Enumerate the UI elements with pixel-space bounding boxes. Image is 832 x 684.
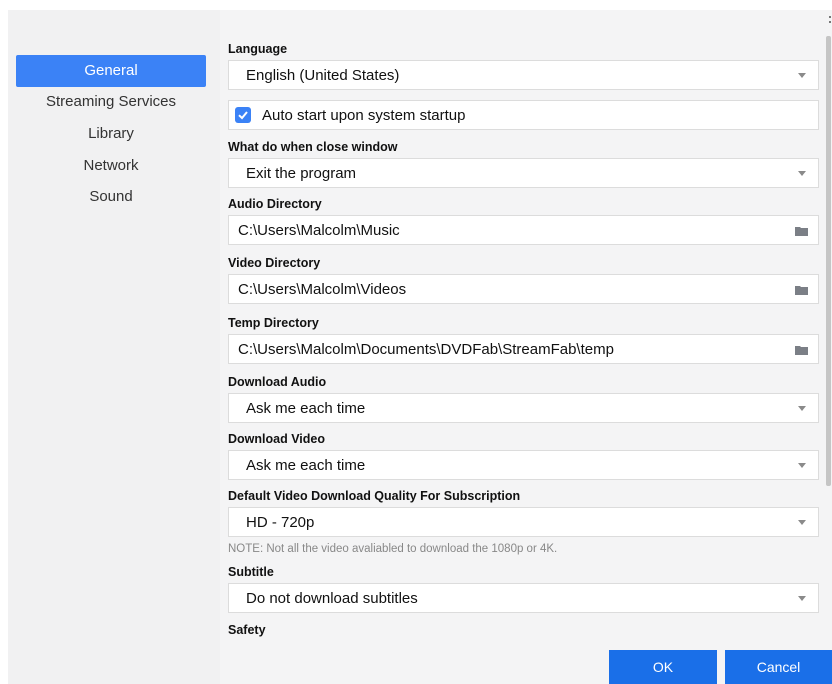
download-video-label: Download Video [228, 432, 325, 446]
sidebar-item-general[interactable]: General [16, 55, 206, 87]
sidebar-item-label: Streaming Services [45, 93, 177, 110]
download-video-select[interactable]: Ask me each time [228, 450, 819, 480]
subtitle-select[interactable]: Do not download subtitles [228, 583, 819, 613]
sidebar-item-sound[interactable]: Sound [16, 181, 206, 213]
sidebar-item-label: Network [83, 157, 139, 174]
sidebar-item-library[interactable]: Library [16, 118, 206, 150]
checkmark-icon [238, 111, 248, 120]
download-audio-select[interactable]: Ask me each time [228, 393, 819, 423]
folder-icon[interactable] [795, 345, 808, 355]
temp-directory-field[interactable]: C:\Users\Malcolm\Documents\DVDFab\Stream… [228, 334, 819, 364]
autostart-checkbox[interactable] [235, 107, 251, 123]
chevron-down-icon [798, 596, 806, 601]
folder-icon[interactable] [795, 226, 808, 236]
download-audio-value: Ask me each time [246, 400, 366, 417]
audio-directory-label: Audio Directory [228, 197, 322, 211]
temp-directory-label: Temp Directory [228, 316, 319, 330]
quality-value: HD - 720p [246, 514, 315, 531]
temp-directory-value: C:\Users\Malcolm\Documents\DVDFab\Stream… [238, 341, 614, 358]
cancel-button[interactable]: Cancel [725, 650, 832, 684]
chevron-down-icon [798, 463, 806, 468]
chevron-down-icon [798, 406, 806, 411]
subtitle-value: Do not download subtitles [246, 590, 418, 607]
sidebar-item-network[interactable]: Network [16, 150, 206, 182]
video-directory-field[interactable]: C:\Users\Malcolm\Videos [228, 274, 819, 304]
download-video-value: Ask me each time [246, 457, 366, 474]
folder-icon[interactable] [795, 285, 808, 295]
video-directory-value: C:\Users\Malcolm\Videos [238, 281, 407, 298]
ok-button[interactable]: OK [609, 650, 717, 684]
language-value: English (United States) [246, 67, 400, 84]
sidebar-item-streaming-services[interactable]: Streaming Services [16, 86, 206, 118]
autostart-row[interactable]: Auto start upon system startup [228, 100, 819, 130]
video-directory-label: Video Directory [228, 256, 321, 270]
close-window-value: Exit the program [246, 165, 357, 182]
subtitle-label: Subtitle [228, 565, 274, 579]
audio-directory-field[interactable]: C:\Users\Malcolm\Music [228, 215, 819, 245]
sidebar-item-label: Library [88, 125, 134, 142]
language-label: Language [228, 42, 288, 56]
sidebar-item-label: Sound [89, 188, 133, 205]
scroll-up-icon[interactable] [829, 16, 831, 28]
safety-label: Safety [228, 623, 266, 637]
audio-directory-value: C:\Users\Malcolm\Music [238, 222, 400, 239]
close-window-select[interactable]: Exit the program [228, 158, 819, 188]
quality-select[interactable]: HD - 720p [228, 507, 819, 537]
scrollbar-thumb[interactable] [826, 36, 831, 486]
chevron-down-icon [798, 73, 806, 78]
download-audio-label: Download Audio [228, 375, 327, 389]
sidebar-item-label: General [84, 62, 138, 79]
chevron-down-icon [798, 171, 806, 176]
language-select[interactable]: English (United States) [228, 60, 819, 90]
close-window-label: What do when close window [228, 140, 398, 154]
quality-label: Default Video Download Quality For Subsc… [228, 489, 521, 503]
quality-note: NOTE: Not all the video avaliabled to do… [228, 543, 558, 555]
chevron-down-icon [798, 520, 806, 525]
autostart-label: Auto start upon system startup [262, 107, 466, 124]
